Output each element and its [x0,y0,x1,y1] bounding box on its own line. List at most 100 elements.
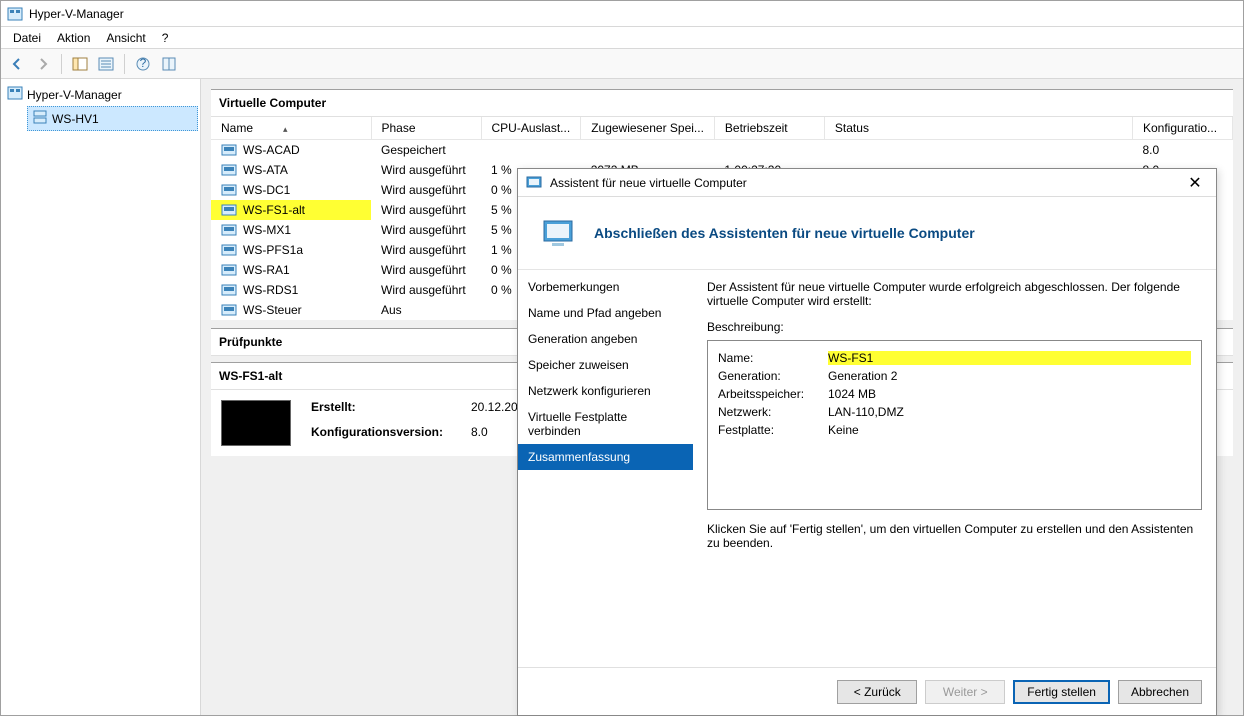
summary-box: Name: WS-FS1 Generation: Generation 2 Ar… [707,340,1202,510]
sum-mem-value: 1024 MB [828,387,1191,401]
menu-file[interactable]: Datei [5,29,49,47]
vm-name: WS-PFS1a [243,243,303,257]
vm-group-header: Virtuelle Computer [211,90,1233,117]
wizard-nav-item[interactable]: Speicher zuweisen [518,352,693,378]
sum-gen-label: Generation: [718,369,828,383]
hyperv-icon [7,6,23,22]
dialog-banner-title: Abschließen des Assistenten für neue vir… [594,225,975,241]
sum-disk-value: Keine [828,423,1191,437]
refresh-button[interactable] [157,52,181,76]
menu-action[interactable]: Aktion [49,29,98,47]
vm-phase: Wird ausgeführt [371,180,481,200]
show-hide-tree-button[interactable] [68,52,92,76]
vm-row[interactable]: WS-ACADGespeichert8.0 [211,140,1233,161]
sum-gen-value: Generation 2 [828,369,1191,383]
new-vm-wizard-dialog: Assistent für neue virtuelle Computer ✕ … [517,168,1217,716]
details-created-label: Erstellt: [311,400,451,421]
vm-phase: Wird ausgeführt [371,220,481,240]
sum-net-label: Netzwerk: [718,405,828,419]
wizard-main: Der Assistent für neue virtuelle Compute… [693,270,1216,667]
server-icon [32,109,48,128]
vm-name: WS-ATA [243,163,288,177]
wizard-nav-item[interactable]: Name und Pfad angeben [518,300,693,326]
dialog-titlebar[interactable]: Assistent für neue virtuelle Computer ✕ [518,169,1216,197]
menu-help[interactable]: ? [154,29,177,47]
col-name[interactable]: Name▴ [211,117,371,140]
vm-phase: Wird ausgeführt [371,200,481,220]
sum-net-value: LAN-110,DMZ [828,405,1191,419]
titlebar: Hyper-V-Manager [1,1,1243,27]
tree-host-node[interactable]: WS-HV1 [27,106,198,131]
sum-disk-label: Festplatte: [718,423,828,437]
toolbar-sep-2 [124,54,125,74]
vm-icon [221,302,237,318]
vm-status [824,140,1132,161]
vm-mem [581,140,715,161]
col-config[interactable]: Konfiguratio... [1133,117,1233,140]
sum-name-label: Name: [718,351,828,365]
wizard-banner-icon [542,217,574,249]
vm-phase: Wird ausgeführt [371,240,481,260]
sort-asc-icon: ▴ [283,124,288,134]
tree-root-hyperv[interactable]: Hyper-V-Manager [3,83,198,106]
wizard-nav: VorbemerkungenName und Pfad angebenGener… [518,270,693,667]
help-button[interactable]: ? [131,52,155,76]
wizard-nav-item[interactable]: Netzwerk konfigurieren [518,378,693,404]
vm-name: WS-RDS1 [243,283,298,297]
dialog-button-bar: < Zurück Weiter > Fertig stellen Abbrech… [518,667,1216,715]
wizard-nav-item[interactable]: Zusammenfassung [518,444,693,470]
menu-view[interactable]: Ansicht [98,29,153,47]
vm-icon [221,162,237,178]
vm-icon [221,242,237,258]
vm-config: 8.0 [1133,140,1233,161]
svg-text:?: ? [140,56,147,70]
vm-icon [221,282,237,298]
col-uptime[interactable]: Betriebszeit [714,117,824,140]
tree-host-label: WS-HV1 [52,112,99,126]
nav-back-button[interactable] [5,52,29,76]
wizard-success-msg: Der Assistent für neue virtuelle Compute… [707,274,1202,312]
finish-button[interactable]: Fertig stellen [1013,680,1110,704]
col-mem[interactable]: Zugewiesener Spei... [581,117,715,140]
vm-phase: Wird ausgeführt [371,280,481,300]
wizard-finish-msg: Klicken Sie auf 'Fertig stellen', um den… [707,510,1202,562]
vm-icon [221,182,237,198]
vm-icon [221,262,237,278]
sum-name-value: WS-FS1 [828,351,1191,365]
back-button[interactable]: < Zurück [837,680,917,704]
dialog-title: Assistent für neue virtuelle Computer [550,176,1182,190]
cancel-button[interactable]: Abbrechen [1118,680,1202,704]
app-title: Hyper-V-Manager [29,7,124,21]
col-cpu[interactable]: CPU-Auslast... [481,117,581,140]
properties-button[interactable] [94,52,118,76]
vm-phase: Wird ausgeführt [371,160,481,180]
vm-icon [221,142,237,158]
details-kv: Erstellt: 20.12.2015 14 Konfigurationsve… [311,400,548,446]
col-status[interactable]: Status [824,117,1132,140]
menubar: Datei Aktion Ansicht ? [1,27,1243,49]
vm-cpu [481,140,581,161]
wizard-desc-label: Beschreibung: [707,312,1202,340]
nav-forward-button[interactable] [31,52,55,76]
vm-phase: Aus [371,300,481,320]
dialog-body: VorbemerkungenName und Pfad angebenGener… [518,270,1216,667]
vm-name: WS-ACAD [243,143,300,157]
vm-icon [221,222,237,238]
vm-name: WS-Steuer [243,303,302,317]
wizard-nav-item[interactable]: Virtuelle Festplatte verbinden [518,404,693,444]
vm-name: WS-MX1 [243,223,291,237]
vm-icon [221,202,237,218]
vm-phase: Wird ausgeführt [371,260,481,280]
dialog-icon [526,175,542,191]
vm-table-header-row: Name▴ Phase CPU-Auslast... Zugewiesener … [211,117,1233,140]
close-button[interactable]: ✕ [1182,172,1208,194]
vm-name: WS-DC1 [243,183,290,197]
tree-panel: Hyper-V-Manager WS-HV1 [1,79,201,715]
tree-root-label: Hyper-V-Manager [27,88,122,102]
dialog-banner: Abschließen des Assistenten für neue vir… [518,197,1216,270]
vm-thumbnail[interactable] [221,400,291,446]
wizard-nav-item[interactable]: Vorbemerkungen [518,274,693,300]
col-phase[interactable]: Phase [371,117,481,140]
wizard-nav-item[interactable]: Generation angeben [518,326,693,352]
vm-name: WS-FS1-alt [243,203,305,217]
